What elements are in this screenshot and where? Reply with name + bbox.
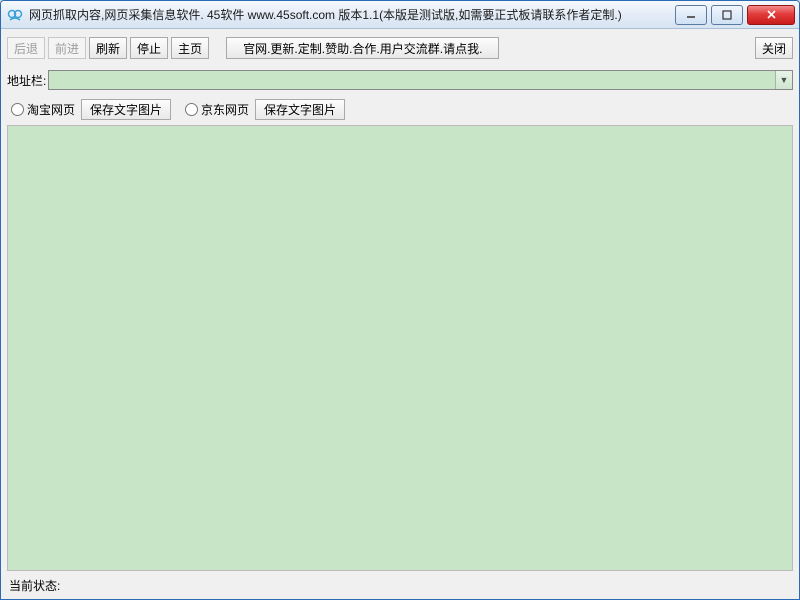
radio-taobao-label: 淘宝网页 [27,101,75,118]
maximize-button[interactable] [711,5,743,25]
toolbar: 后退 前进 刷新 停止 主页 官网.更新.定制.赞助.合作.用户交流群.请点我.… [7,35,793,61]
options-row: 淘宝网页 保存文字图片 京东网页 保存文字图片 [7,97,793,121]
client-area: 后退 前进 刷新 停止 主页 官网.更新.定制.赞助.合作.用户交流群.请点我.… [1,29,799,599]
home-button[interactable]: 主页 [171,37,209,59]
minimize-button[interactable] [675,5,707,25]
save-text-image-button-1[interactable]: 保存文字图片 [81,99,171,120]
close-window-button[interactable] [747,5,795,25]
status-label: 当前状态: [9,577,60,594]
forward-button[interactable]: 前进 [48,37,86,59]
app-window: 网页抓取内容,网页采集信息软件. 45软件 www.45soft.com 版本1… [0,0,800,600]
address-input[interactable] [49,71,775,89]
close-button[interactable]: 关闭 [755,37,793,59]
save-text-image-button-2[interactable]: 保存文字图片 [255,99,345,120]
chevron-down-icon[interactable]: ▼ [775,71,792,89]
back-button[interactable]: 后退 [7,37,45,59]
radio-taobao-input[interactable] [11,103,24,116]
promo-button[interactable]: 官网.更新.定制.赞助.合作.用户交流群.请点我. [226,37,499,59]
status-bar: 当前状态: [7,575,793,595]
address-combobox[interactable]: ▼ [48,70,793,90]
refresh-button[interactable]: 刷新 [89,37,127,59]
radio-jingdong-label: 京东网页 [201,101,249,118]
window-title: 网页抓取内容,网页采集信息软件. 45软件 www.45soft.com 版本1… [29,6,675,23]
titlebar: 网页抓取内容,网页采集信息软件. 45软件 www.45soft.com 版本1… [1,1,799,29]
radio-taobao[interactable]: 淘宝网页 [11,101,75,118]
address-row: 地址栏: ▼ [7,69,793,91]
app-icon [7,7,23,23]
radio-jingdong-input[interactable] [185,103,198,116]
stop-button[interactable]: 停止 [130,37,168,59]
address-label: 地址栏: [7,72,46,89]
window-controls [675,5,795,25]
radio-jingdong[interactable]: 京东网页 [185,101,249,118]
content-area [7,125,793,571]
